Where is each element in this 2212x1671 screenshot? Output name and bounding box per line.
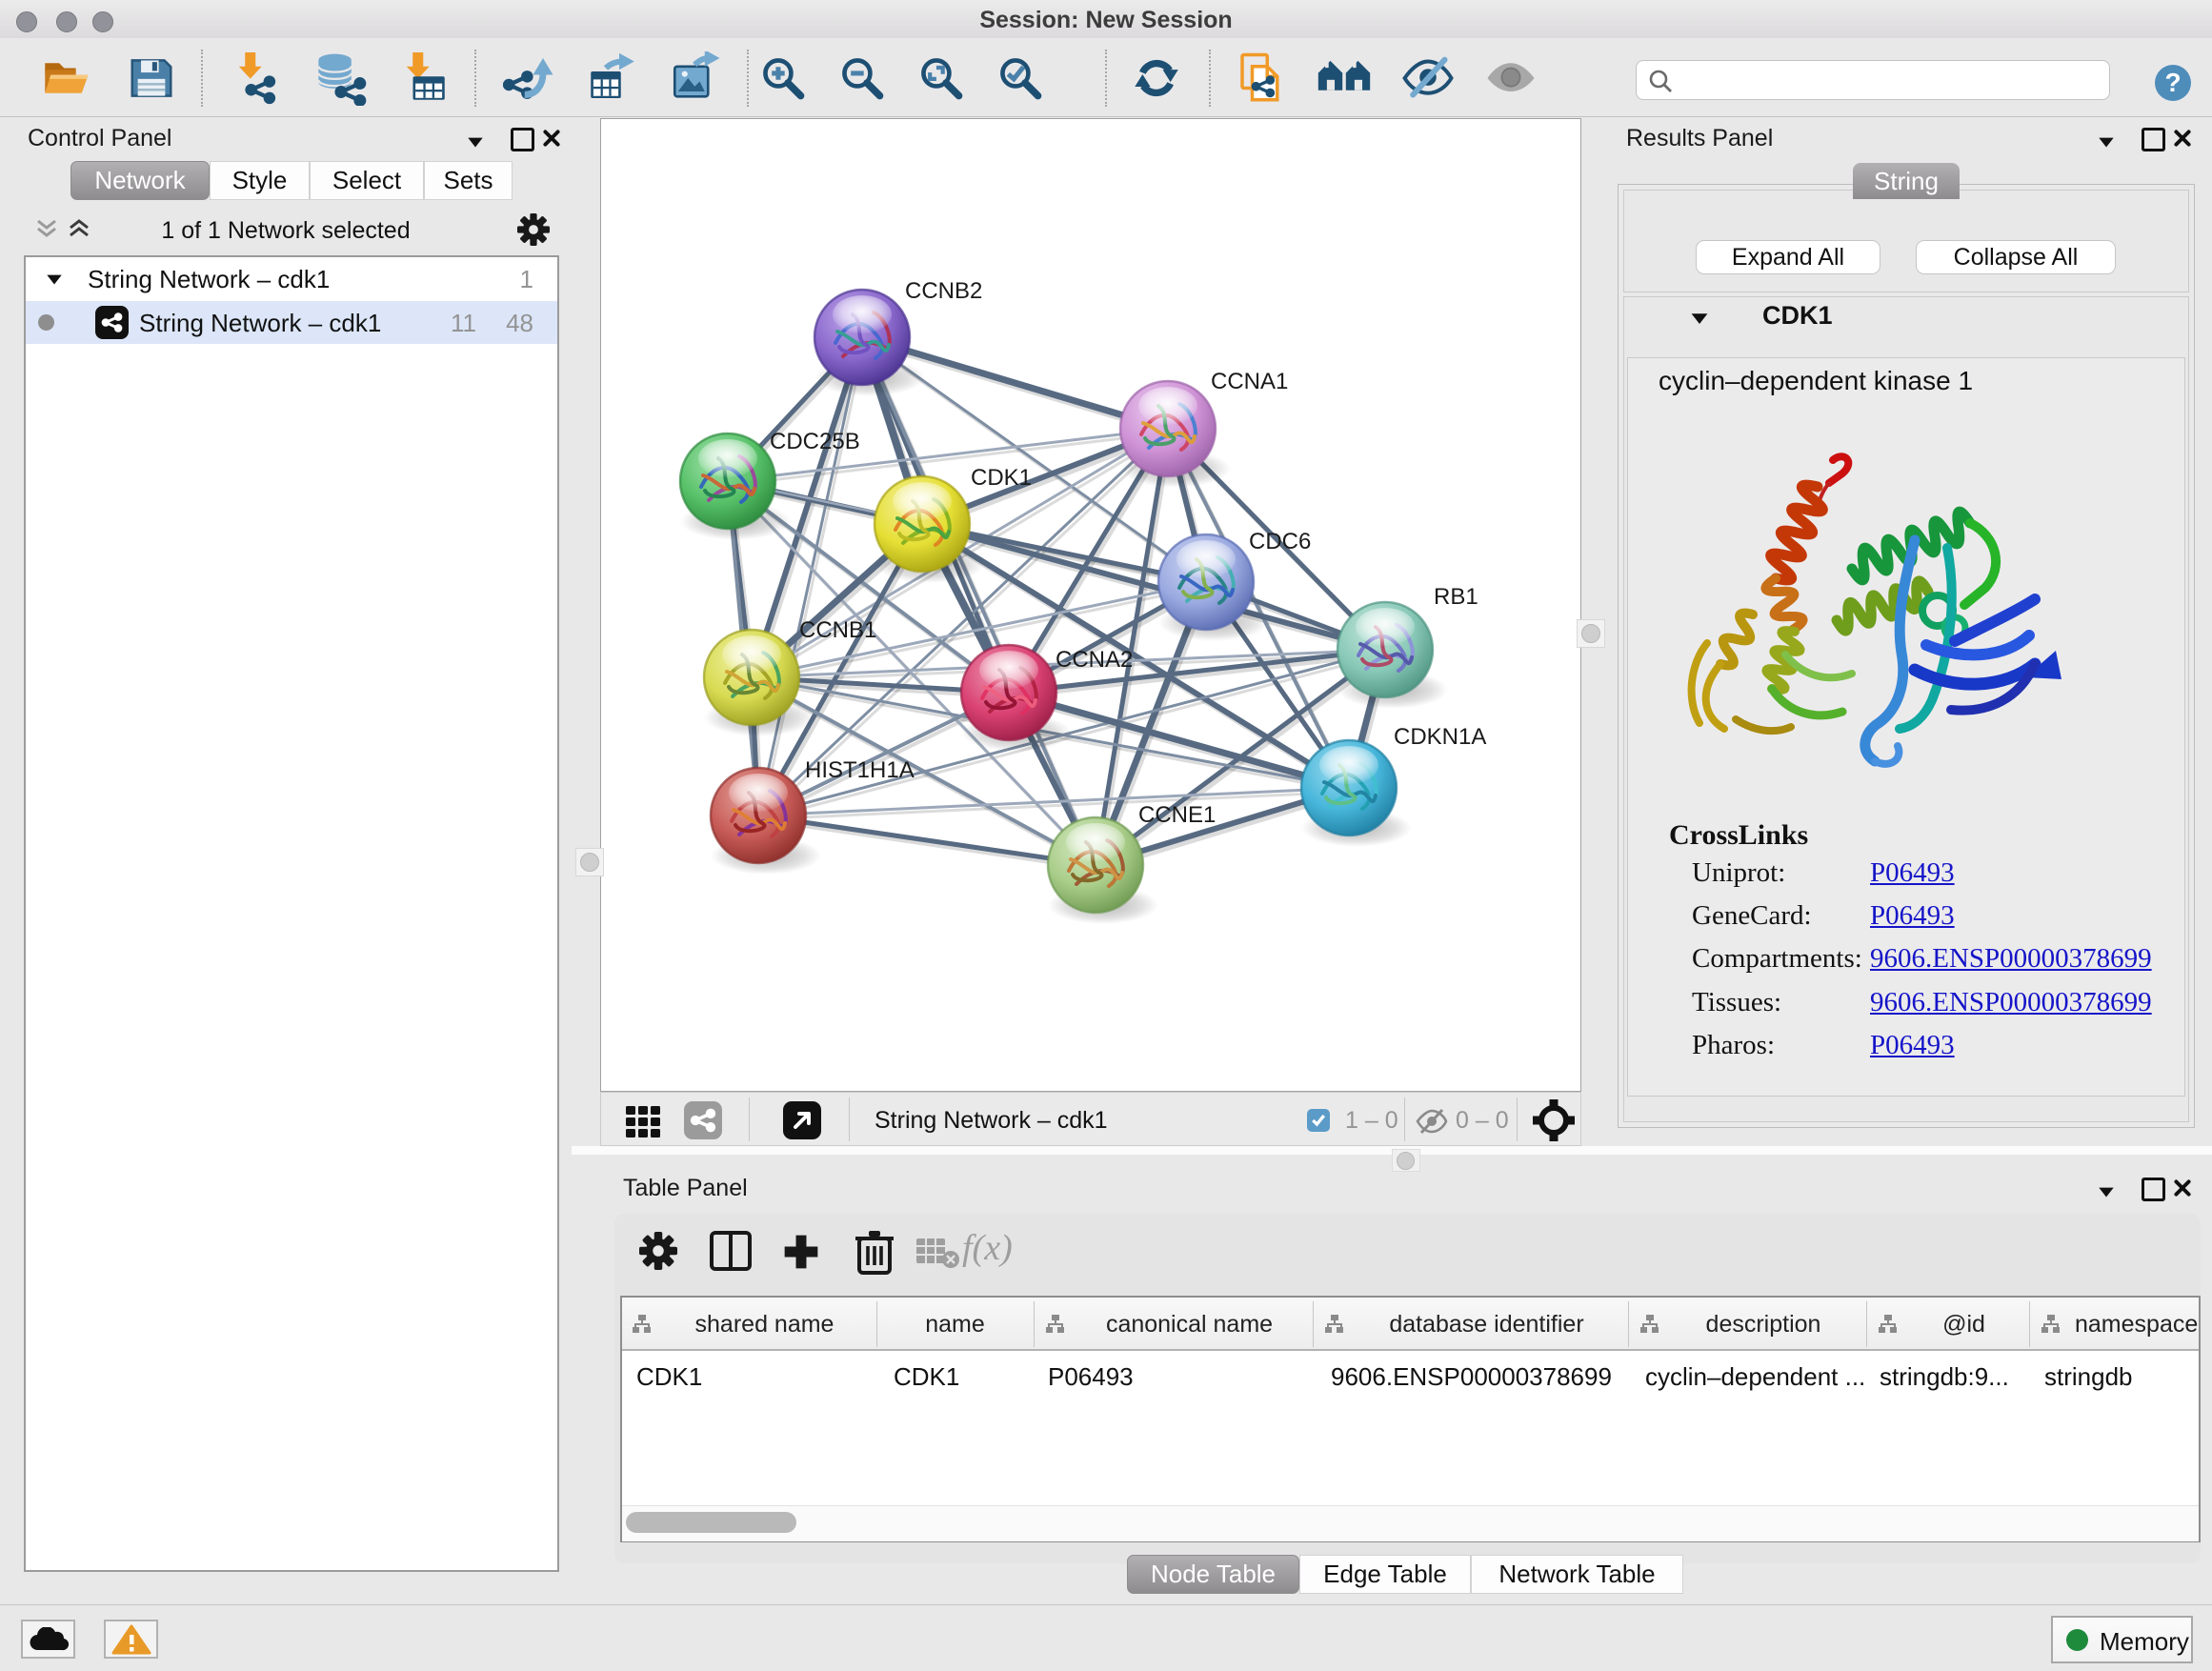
svg-text:CCNA1: CCNA1 [1211,369,1288,394]
svg-text:HIST1H1A: HIST1H1A [805,757,915,783]
svg-text:CCNE1: CCNE1 [1138,802,1216,828]
svg-text:CDC25B: CDC25B [770,429,860,454]
svg-text:CCNB2: CCNB2 [905,278,982,304]
svg-text:CCNA2: CCNA2 [1056,647,1133,673]
svg-text:CCNB1: CCNB1 [799,617,876,643]
svg-text:CDC6: CDC6 [1249,529,1311,554]
svg-text:RB1: RB1 [1434,584,1478,610]
svg-text:CDKN1A: CDKN1A [1394,724,1486,750]
svg-text:CDK1: CDK1 [971,465,1032,491]
